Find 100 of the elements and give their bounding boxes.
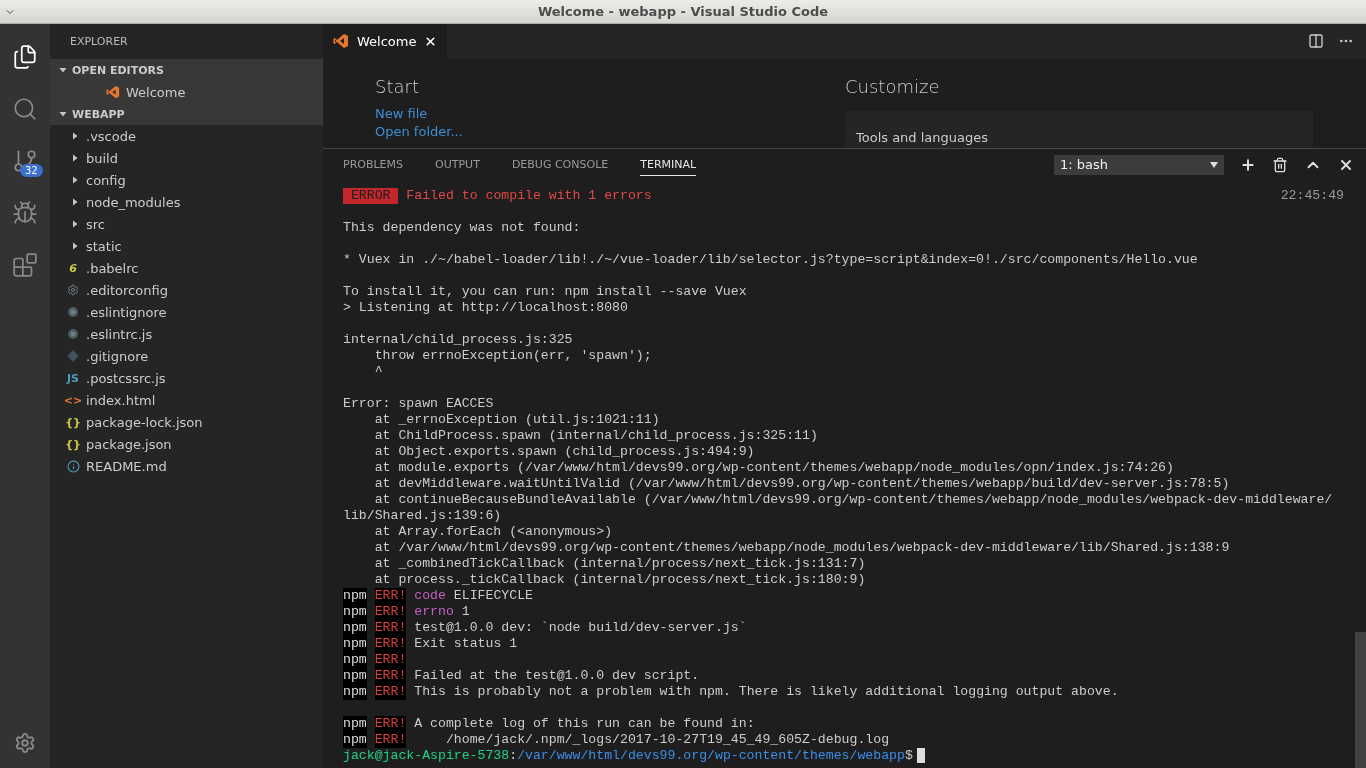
terminal-line: at ChildProcess.spawn (internal/child_process.js:325:11) (373, 428, 818, 444)
caret-icon (1210, 161, 1218, 168)
count-badge: 32 (20, 164, 43, 177)
cursor (916, 748, 925, 763)
terminal-line: at module.exports (/var/www/html/devs99.org/wp-content/themes/webapp/node_modules/opn/index.js:74:26) (373, 460, 1174, 476)
terminal-line: at continueBecauseBundleAvailable (/var/www/html/devs99.org/wp-content/themes/webapp/node_modules/webpack-dev-middleware/ (373, 492, 1333, 508)
sidebar-title: EXPLORER (69, 34, 129, 50)
terminal-line: at _combinedTickCallback (internal/process/next_tick.js:131:7) (373, 556, 866, 572)
panel-tab[interactable]: TERMINAL (640, 153, 697, 176)
npm-keyword: errno (414, 604, 454, 620)
folder-item[interactable]: config (50, 169, 323, 191)
terminal-line: throw errnoException(err, 'spawn'); (373, 348, 652, 364)
folder-item[interactable]: static (50, 235, 323, 257)
trash-icon[interactable] (1272, 156, 1288, 173)
link[interactable]: Open folder... (375, 123, 463, 141)
plus-icon[interactable] (1240, 156, 1256, 173)
terminal-line: at /var/www/html/devs99.org/wp-content/themes/webapp/node_modules/webpack-dev-middleware/lib/Shared.js:138:9 (373, 540, 1230, 556)
file-item[interactable]: JS .postcssrc.js (50, 367, 323, 389)
info-icon (66, 459, 80, 473)
terminal-line: 1 (461, 604, 470, 620)
folder-item[interactable]: build (50, 147, 323, 169)
npm-keyword: code (414, 588, 446, 604)
panel-tab[interactable]: OUTPUT (435, 153, 480, 176)
err-tag: ERR! (374, 604, 407, 620)
timestamp: 22:45:49 (1280, 188, 1344, 204)
terminal-select[interactable]: 1: bash (1054, 154, 1224, 175)
npm-prefix: npm (343, 716, 367, 732)
open-editor-item[interactable]: Welcome (50, 81, 323, 103)
file-item[interactable]: <> index.html (50, 389, 323, 411)
link[interactable]: New file (375, 105, 428, 123)
section-header[interactable]: OPEN EDITORS (50, 59, 323, 81)
npm-prefix: npm (343, 604, 367, 620)
terminal-line: This is probably not a problem with npm. There is likely additional logging output above. (414, 684, 1119, 700)
err-tag: ERR! (374, 652, 407, 668)
npm-prefix: npm (343, 652, 367, 668)
vscode-logo-icon (106, 85, 120, 99)
file-item[interactable]: 6 .babelrc (50, 257, 323, 279)
terminal-line: internal/child_process.js:325 (343, 332, 573, 348)
terminal-line: test@1.0.0 dev: `node build/dev-server.js` (414, 620, 747, 636)
terminal-line: Failed at the test@1.0.0 dev script. (414, 668, 700, 684)
npm-prefix: npm (343, 636, 367, 652)
npm-prefix: npm (343, 732, 367, 748)
split-editor-icon[interactable] (1308, 33, 1324, 49)
folder-item[interactable]: src (50, 213, 323, 235)
folder-item[interactable]: node_modules (50, 191, 323, 213)
section-header[interactable]: WEBAPP (50, 103, 323, 125)
terminal-line: at devMiddleware.waitUntilValid (/var/www/html/devs99.org/wp-content/themes/webapp/build/dev-server.js:78:5) (373, 476, 1230, 492)
terminal-line: A complete log of this run can be found in: (414, 716, 755, 732)
circle-icon (66, 328, 80, 340)
file-item[interactable]: {} package-lock.json (50, 411, 323, 433)
file-item[interactable]: {} package.json (50, 433, 323, 455)
editor-tab[interactable]: Welcome (323, 24, 448, 58)
card-title: Tools and languages (856, 130, 989, 145)
err-tag: ERR! (374, 636, 407, 652)
terminal-line: at process._tickCallback (internal/process/next_tick.js:180:9) (373, 572, 866, 588)
terminal-line: This dependency was not found: (343, 220, 581, 236)
err-tag: ERR! (374, 588, 407, 604)
prompt-user: jack@jack-Aspire-5738 (343, 748, 510, 764)
bug-icon (12, 200, 38, 226)
section-title: Customize (845, 76, 941, 97)
npm-prefix: npm (343, 620, 367, 636)
braces-icon: {} (66, 415, 80, 429)
err-tag: ERR! (374, 684, 407, 700)
caret-icon (70, 131, 80, 141)
npm-prefix: npm (343, 588, 367, 604)
file-item[interactable]: .gitignore (50, 345, 323, 367)
panel-tab[interactable]: PROBLEMS (343, 153, 404, 176)
terminal-line: lib/Shared.js:139:6) (343, 508, 502, 524)
terminal-line: ELIFECYCLE (453, 588, 533, 604)
gear-icon (66, 284, 80, 296)
err-tag: ERR! (374, 620, 407, 636)
search-icon (12, 96, 38, 122)
terminal-line: at _errnoException (util.js:1021:11) (373, 412, 660, 428)
terminal-line: Failed to compile with 1 errors (406, 188, 652, 204)
js-icon: JS (66, 371, 80, 385)
terminal-line: Exit status 1 (414, 636, 518, 652)
file-item[interactable]: .eslintignore (50, 301, 323, 323)
caret-icon (70, 175, 80, 185)
error-tag: ERROR (343, 188, 399, 204)
scrollbar[interactable] (1355, 632, 1366, 768)
terminal-line: * Vuex in ./~/babel-loader/lib!./~/vue-loader/lib/selector.js?type=script&index=0!./src/components/Hello.vue (343, 252, 1198, 268)
file-item[interactable]: README.md (50, 455, 323, 477)
activity-bar-button[interactable]: 32 (0, 136, 50, 186)
extensions-icon (12, 252, 38, 278)
diamond-icon (66, 350, 80, 362)
braces-icon: {} (66, 437, 80, 451)
caret-icon (70, 241, 80, 251)
caret-icon (70, 197, 80, 207)
babel-icon: 6 (66, 261, 80, 275)
vscode-logo-icon (333, 33, 349, 49)
file-item[interactable]: .eslintrc.js (50, 323, 323, 345)
terminal-line: ^ (373, 364, 383, 380)
folder-item[interactable]: .vscode (50, 125, 323, 147)
settings-icon (14, 732, 36, 754)
panel-tab[interactable]: DEBUG CONSOLE (511, 153, 609, 176)
terminal-line: To install it, you can run: npm install --save Vuex (343, 284, 747, 300)
file-item[interactable]: .editorconfig (50, 279, 323, 301)
terminal-line: Error: spawn EACCES (343, 396, 494, 412)
prompt-separator: : (509, 748, 518, 764)
terminal-line: at Object.exports.spawn (child_process.js:494:9) (373, 444, 755, 460)
